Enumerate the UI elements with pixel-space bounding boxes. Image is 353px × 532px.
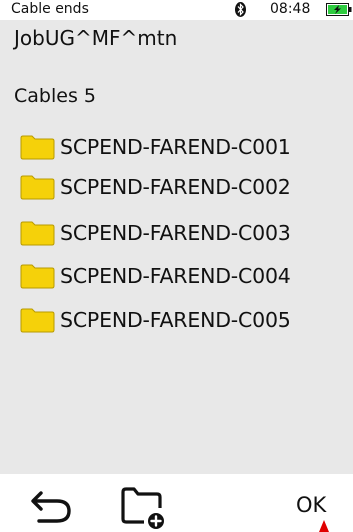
cables-count: Cables 5 — [14, 85, 96, 107]
folder-icon — [20, 221, 55, 246]
bluetooth-icon — [235, 2, 246, 17]
list-item[interactable]: SCPEND-FAREND-C002 — [20, 170, 353, 204]
folder-icon — [20, 308, 55, 333]
folder-icon — [20, 175, 55, 200]
status-bar: Cable ends 08:48 — [0, 0, 353, 20]
list-item[interactable]: SCPEND-FAREND-C003 — [20, 216, 353, 250]
list-item-label: SCPEND-FAREND-C005 — [60, 308, 291, 332]
list-item[interactable]: SCPEND-FAREND-C004 — [20, 259, 353, 293]
job-name: JobUG^MF^mtn — [14, 26, 178, 50]
list-item-label: SCPEND-FAREND-C004 — [60, 264, 291, 288]
folder-icon — [20, 135, 55, 160]
back-arrow-icon[interactable] — [29, 487, 73, 527]
new-folder-icon[interactable] — [119, 486, 167, 530]
list-item[interactable]: SCPEND-FAREND-C005 — [20, 303, 353, 337]
list-item-label: SCPEND-FAREND-C001 — [60, 135, 291, 159]
folder-icon — [20, 264, 55, 289]
list-item-label: SCPEND-FAREND-C003 — [60, 221, 291, 245]
battery-charging-icon — [326, 3, 352, 16]
pointer-marker — [319, 520, 329, 532]
status-title: Cable ends — [11, 1, 89, 17]
ok-button[interactable]: OK — [296, 493, 326, 517]
list-item-label: SCPEND-FAREND-C002 — [60, 175, 291, 199]
cable-folder-list: SCPEND-FAREND-C001 SCPEND-FAREND-C002 SC… — [0, 128, 353, 348]
status-time: 08:48 — [270, 1, 311, 17]
list-item[interactable]: SCPEND-FAREND-C001 — [20, 130, 353, 164]
